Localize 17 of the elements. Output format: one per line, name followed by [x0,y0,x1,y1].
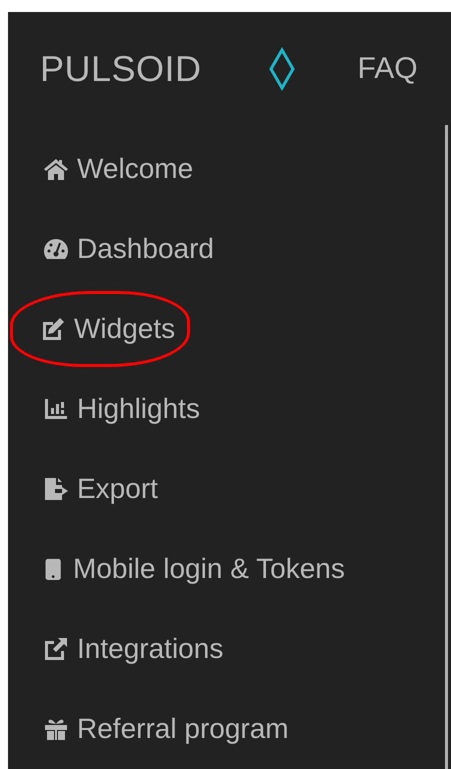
sidebar-item[interactable]: Referral program [30,691,302,767]
sidebar-item[interactable]: Dashboard [30,211,227,287]
home-icon [43,156,69,182]
sidebar-item[interactable]: Welcome [30,131,206,207]
sidebar-item[interactable]: Highlights [30,371,213,447]
edit-icon [40,316,66,342]
external-link-icon [43,636,69,662]
brand-name[interactable]: PULSOID [40,42,202,96]
file-export-icon [43,476,69,502]
sidebar-item[interactable]: Widgets [10,291,190,367]
gauge-icon [43,236,69,262]
faq-link[interactable]: FAQ [358,46,418,91]
sidebar-item[interactable]: Mobile login & Tokens [30,531,358,607]
sidebar-item[interactable]: Export [30,451,171,527]
diamond-icon [268,46,296,90]
sidebar-item[interactable]: Integrations [30,611,236,687]
bar-chart-icon [43,396,69,422]
